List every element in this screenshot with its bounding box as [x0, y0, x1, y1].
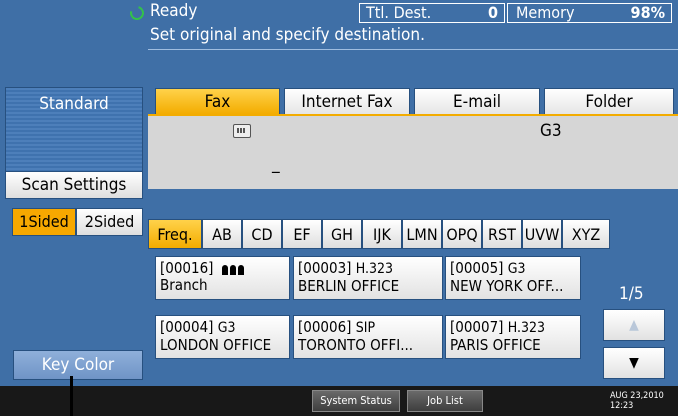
- job-list-button[interactable]: Job List: [407, 390, 483, 412]
- standard-label: Standard: [39, 94, 109, 114]
- index-tab-cd[interactable]: CD: [242, 219, 282, 249]
- destination-id: [00005]: [450, 259, 504, 277]
- tab-fax[interactable]: Fax: [155, 88, 280, 114]
- index-tab-rst[interactable]: RST: [482, 219, 522, 249]
- destination-type: H.323: [355, 261, 394, 277]
- line-mode: G3: [540, 121, 562, 141]
- tab-internet-fax[interactable]: Internet Fax: [284, 88, 410, 114]
- tab-e-mail[interactable]: E-mail: [414, 88, 540, 114]
- destination-button[interactable]: [00004] G3 LONDON OFFICE: [155, 315, 290, 359]
- control-panel-screen: Ready Set original and specify destinati…: [0, 0, 678, 386]
- destination-name: PARIS OFFICE: [450, 336, 541, 354]
- destination-type: G3: [507, 261, 526, 277]
- destination-button[interactable]: [00016] Branch: [155, 256, 290, 300]
- index-tab-uvw[interactable]: UVW: [522, 219, 562, 249]
- header-divider: [148, 49, 678, 50]
- system-status-button[interactable]: System Status: [312, 390, 400, 412]
- status-bar: System Status Job List AUG 23,2010 12:23: [0, 386, 678, 416]
- down-arrow-icon: ▼: [629, 355, 639, 371]
- page-down-button[interactable]: ▼: [603, 347, 665, 379]
- destination-name: Branch: [160, 276, 208, 294]
- date: AUG 23,2010: [610, 391, 664, 401]
- destination-id: [00007]: [450, 318, 504, 336]
- destination-type: SIP: [355, 320, 376, 336]
- destination-id: [00016]: [160, 259, 214, 277]
- status-text: Ready: [150, 1, 198, 21]
- fax-icon: [233, 124, 251, 138]
- destination-id: [00004]: [160, 318, 214, 336]
- destination-type: G3: [217, 320, 236, 336]
- page-up-button[interactable]: ▲: [603, 309, 665, 341]
- page-indicator: 1/5: [619, 284, 644, 304]
- instruction-message: Set original and specify destination.: [150, 25, 425, 45]
- destination-name: NEW YORK OFF...: [450, 277, 564, 295]
- memory-label: Memory: [516, 3, 575, 22]
- destination-button[interactable]: [00003] H.323 BERLIN OFFICE: [293, 256, 443, 300]
- index-tab-ijk[interactable]: IJK: [362, 219, 402, 249]
- index-tab-opq[interactable]: OPQ: [442, 219, 482, 249]
- index-tab-lmn[interactable]: LMN: [402, 219, 442, 249]
- scan-settings-button[interactable]: Scan Settings: [5, 171, 143, 199]
- ready-status-icon: [127, 3, 147, 23]
- index-tab-xyz[interactable]: XYZ: [562, 219, 610, 249]
- callout-pointer: [70, 376, 73, 416]
- 1sided-button[interactable]: 1Sided: [12, 208, 76, 236]
- date-time: AUG 23,2010 12:23: [610, 391, 664, 411]
- memory-value: 98%: [630, 3, 665, 22]
- destination-button[interactable]: [00005] G3 NEW YORK OFF...: [445, 256, 581, 300]
- index-tab-ef[interactable]: EF: [282, 219, 322, 249]
- destination-entry-area[interactable]: G3 _: [148, 114, 678, 189]
- group-icon: [221, 262, 246, 275]
- destination-button[interactable]: [00007] H.323 PARIS OFFICE: [445, 315, 581, 359]
- memory-box: Memory 98%: [507, 3, 672, 23]
- total-destinations-box: Ttl. Dest. 0: [359, 3, 505, 23]
- key-color-button[interactable]: Key Color: [13, 350, 143, 380]
- total-destinations-label: Ttl. Dest.: [366, 3, 432, 22]
- total-destinations-value: 0: [487, 3, 498, 22]
- destination-type: H.323: [507, 320, 546, 336]
- destination-id: [00003]: [298, 259, 352, 277]
- entry-cursor: _: [272, 154, 280, 174]
- up-arrow-icon: ▲: [629, 317, 639, 333]
- destination-button[interactable]: [00006] SIP TORONTO OFFI...: [293, 315, 443, 359]
- tab-folder[interactable]: Folder: [544, 88, 674, 114]
- destination-name: LONDON OFFICE: [160, 336, 272, 354]
- index-tab-gh[interactable]: GH: [322, 219, 362, 249]
- destination-name: BERLIN OFFICE: [298, 277, 400, 295]
- main-panel: Fax Internet Fax E-mail Folder G3 _ Freq…: [148, 85, 678, 386]
- index-tab-ab[interactable]: AB: [202, 219, 242, 249]
- destination-id: [00006]: [298, 318, 352, 336]
- destination-name: TORONTO OFFI...: [298, 336, 414, 354]
- 2sided-button[interactable]: 2Sided: [76, 208, 143, 236]
- time: 12:23: [610, 401, 634, 411]
- index-tab-freq[interactable]: Freq.: [148, 219, 202, 249]
